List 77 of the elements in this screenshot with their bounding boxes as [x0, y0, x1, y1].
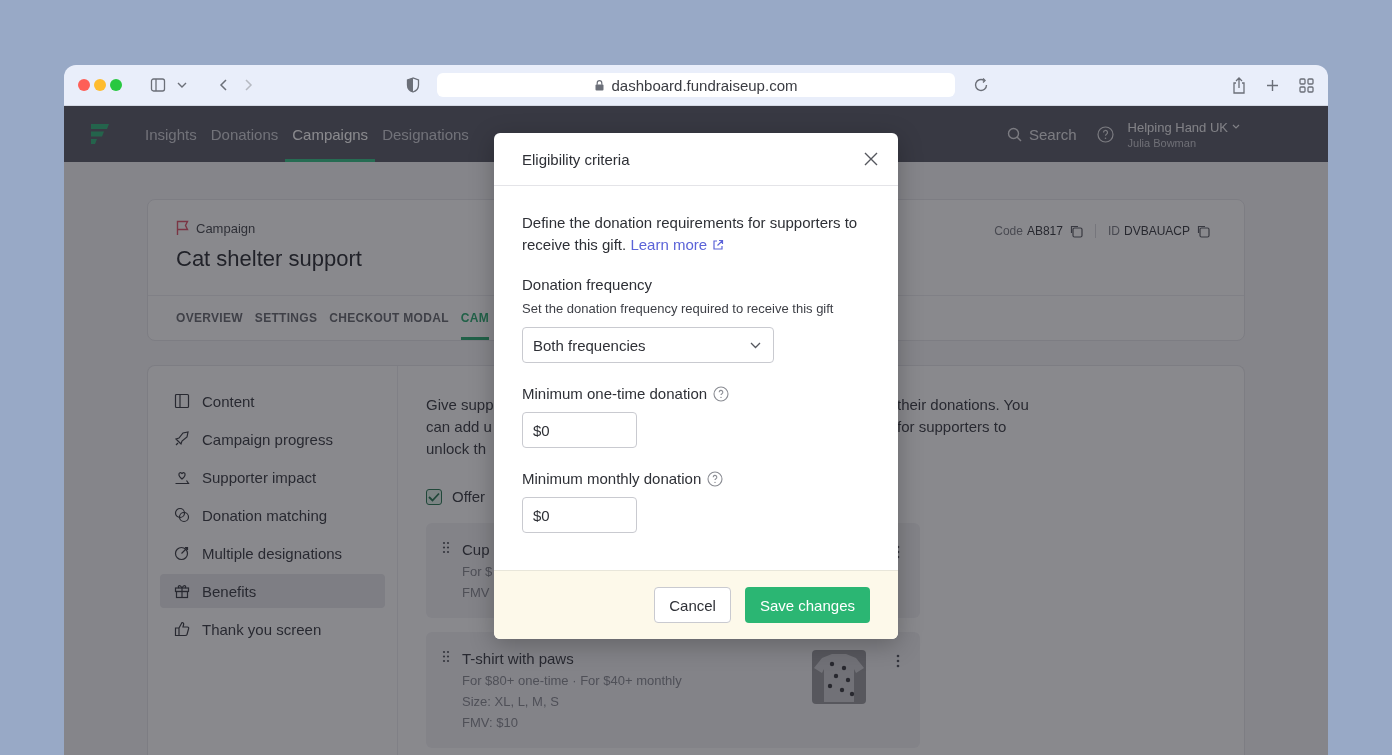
- intro-text: unlock th: [426, 439, 487, 459]
- amount-input[interactable]: $0: [522, 412, 637, 448]
- campaign-id: DVBAUACP: [1123, 224, 1190, 238]
- chevron-down-icon: [1232, 124, 1240, 130]
- search-icon: [1007, 126, 1022, 142]
- breadcrumb-label: Campaign: [196, 220, 256, 236]
- field-label: Minimum monthly donation: [522, 470, 702, 487]
- sidebar-icon[interactable]: [150, 77, 166, 93]
- heart-hand-icon: [174, 469, 190, 485]
- field-label: Donation frequency: [522, 276, 654, 293]
- chevron-down-icon: [750, 341, 761, 349]
- frequency-dropdown[interactable]: Both frequencies: [522, 327, 774, 363]
- intro-text: for supporters to: [897, 417, 1007, 437]
- sidebar-item[interactable]: Multiple designations: [160, 536, 385, 570]
- gift-icon: [174, 583, 190, 599]
- checkbox-label: Offer: [452, 488, 486, 505]
- campaign-tab[interactable]: CHECKOUT MODAL: [329, 296, 449, 340]
- flag-icon: [176, 220, 190, 236]
- campaign-tab[interactable]: OVERVIEW: [176, 296, 243, 340]
- id-label: ID: [1107, 224, 1120, 238]
- learn-more-link[interactable]: Learn more: [630, 234, 725, 256]
- drag-handle-icon[interactable]: [442, 541, 450, 554]
- more-options-icon[interactable]: [896, 654, 900, 668]
- campaign-tab[interactable]: SETTINGS: [254, 296, 318, 340]
- intro-text: can add u: [426, 417, 492, 437]
- panel-icon: [174, 393, 190, 409]
- copy-icon[interactable]: [1196, 224, 1210, 238]
- checkbox[interactable]: [426, 488, 442, 505]
- field-label: Minimum one-time donation: [522, 385, 708, 402]
- field-hint: Set the donation frequency required to receive this gift: [522, 301, 835, 316]
- sidebar-item[interactable]: Benefits: [160, 574, 385, 608]
- sidebar-item[interactable]: Campaign progress: [160, 422, 385, 456]
- sidebar-item[interactable]: Thank you screen: [160, 612, 385, 646]
- share-icon[interactable]: [1232, 76, 1246, 94]
- close-window-button[interactable]: [78, 79, 90, 91]
- zoom-window-button[interactable]: [110, 79, 122, 91]
- tab-overview-icon[interactable]: [1299, 77, 1314, 93]
- cancel-button[interactable]: Cancel: [654, 587, 731, 623]
- shield-icon[interactable]: [406, 77, 420, 93]
- sidebar-item[interactable]: Supporter impact: [160, 460, 385, 494]
- intro-text: Give supp: [426, 395, 494, 415]
- benefit-title: Cup: [462, 541, 491, 558]
- sidebar-item[interactable]: Content: [160, 384, 385, 418]
- url-text: dashboard.fundraiseup.com: [611, 76, 798, 94]
- back-icon[interactable]: [218, 78, 230, 92]
- nav-tab[interactable]: Designations: [375, 106, 476, 162]
- nav-tab[interactable]: Campaigns: [285, 106, 376, 162]
- campaign-code: AB817: [1026, 224, 1063, 238]
- help-icon[interactable]: [707, 470, 724, 487]
- external-link-icon: [712, 239, 725, 251]
- nav-tab[interactable]: Donations: [203, 106, 286, 162]
- new-tab-icon[interactable]: [1266, 78, 1279, 92]
- sidebar-item[interactable]: Donation matching: [160, 498, 385, 532]
- intro-text: their donations. You: [897, 395, 1029, 415]
- benefit-title: T-shirt with paws: [462, 650, 575, 667]
- drag-handle-icon[interactable]: [442, 650, 450, 663]
- thumbs-up-icon: [174, 621, 190, 637]
- account-switcher[interactable]: Helping Hand UK: [1127, 119, 1240, 135]
- amount-input[interactable]: $0: [522, 497, 637, 533]
- code-label: Code: [994, 224, 1023, 238]
- target-icon: [174, 545, 190, 561]
- help-icon[interactable]: [713, 385, 730, 402]
- close-icon[interactable]: [864, 152, 878, 166]
- search-button[interactable]: Search: [1007, 125, 1077, 143]
- campaign-tab[interactable]: CAM: [460, 296, 490, 340]
- campaign-title: Cat shelter support: [176, 246, 362, 272]
- address-bar[interactable]: dashboard.fundraiseup.com: [437, 73, 955, 97]
- lock-icon: [594, 79, 604, 91]
- save-button[interactable]: Save changes: [744, 587, 870, 623]
- dialog-description: Define the donation requirements for supporters to receive this gift. Learn more: [522, 212, 870, 256]
- check-icon: [428, 491, 440, 502]
- reload-icon[interactable]: [973, 77, 989, 93]
- nav-tab[interactable]: Insights: [138, 106, 204, 162]
- overlapping-circles-icon: [174, 507, 190, 523]
- dialog-title: Eligibility criteria: [522, 150, 630, 168]
- rocket-icon: [174, 431, 190, 447]
- copy-icon[interactable]: [1068, 224, 1083, 238]
